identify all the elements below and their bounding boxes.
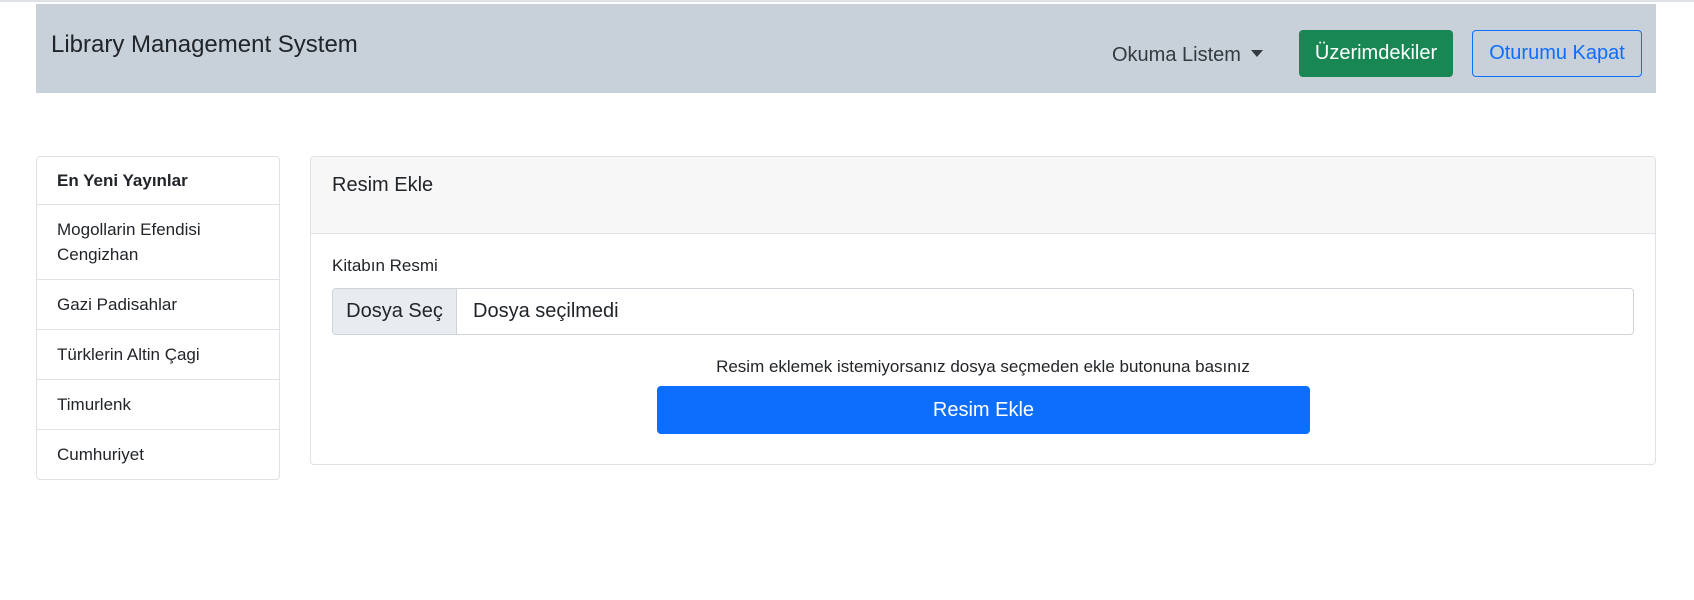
brand-title[interactable]: Library Management System xyxy=(51,30,358,60)
reading-list-label: Okuma Listem xyxy=(1112,44,1241,66)
logout-button[interactable]: Oturumu Kapat xyxy=(1472,30,1642,77)
add-image-card: Resim Ekle Kitabın Resmi Dosya Seç Dosya… xyxy=(310,156,1656,465)
file-status-text: Dosya seçilmedi xyxy=(473,300,619,322)
reading-list-dropdown[interactable]: Okuma Listem xyxy=(1112,42,1263,68)
sidebar-item-turklerin-altin-cagi[interactable]: Türklerin Altin Çagi xyxy=(37,329,279,379)
navbar: Library Management System Okuma Listem Ü… xyxy=(36,4,1656,93)
sidebar-item-mogollarin-efendisi-cengizhan[interactable]: Mogollarin Efendisi Cengizhan xyxy=(37,204,279,279)
sidebar-list: En Yeni Yayınlar Mogollarin Efendisi Cen… xyxy=(36,156,280,480)
file-input[interactable]: Dosya Seç Dosya seçilmedi xyxy=(332,288,1634,335)
add-image-button[interactable]: Resim Ekle xyxy=(657,386,1310,434)
choose-file-button[interactable]: Dosya Seç xyxy=(333,289,457,334)
sidebar-item-cumhuriyet[interactable]: Cumhuriyet xyxy=(37,429,279,479)
help-text: Resim eklemek istemiyorsanız dosya seçme… xyxy=(716,357,1250,376)
card-header: Resim Ekle xyxy=(311,157,1655,234)
book-image-label: Kitabın Resmi xyxy=(332,256,438,275)
sidebar-item-gazi-padisahlar[interactable]: Gazi Padisahlar xyxy=(37,279,279,329)
sidebar-heading: En Yeni Yayınlar xyxy=(57,171,188,190)
my-books-button[interactable]: Üzerimdekiler xyxy=(1299,30,1453,77)
caret-down-icon xyxy=(1250,49,1263,57)
sidebar-item-timurlenk[interactable]: Timurlenk xyxy=(37,379,279,429)
page: Library Management System Okuma Listem Ü… xyxy=(0,0,1694,600)
